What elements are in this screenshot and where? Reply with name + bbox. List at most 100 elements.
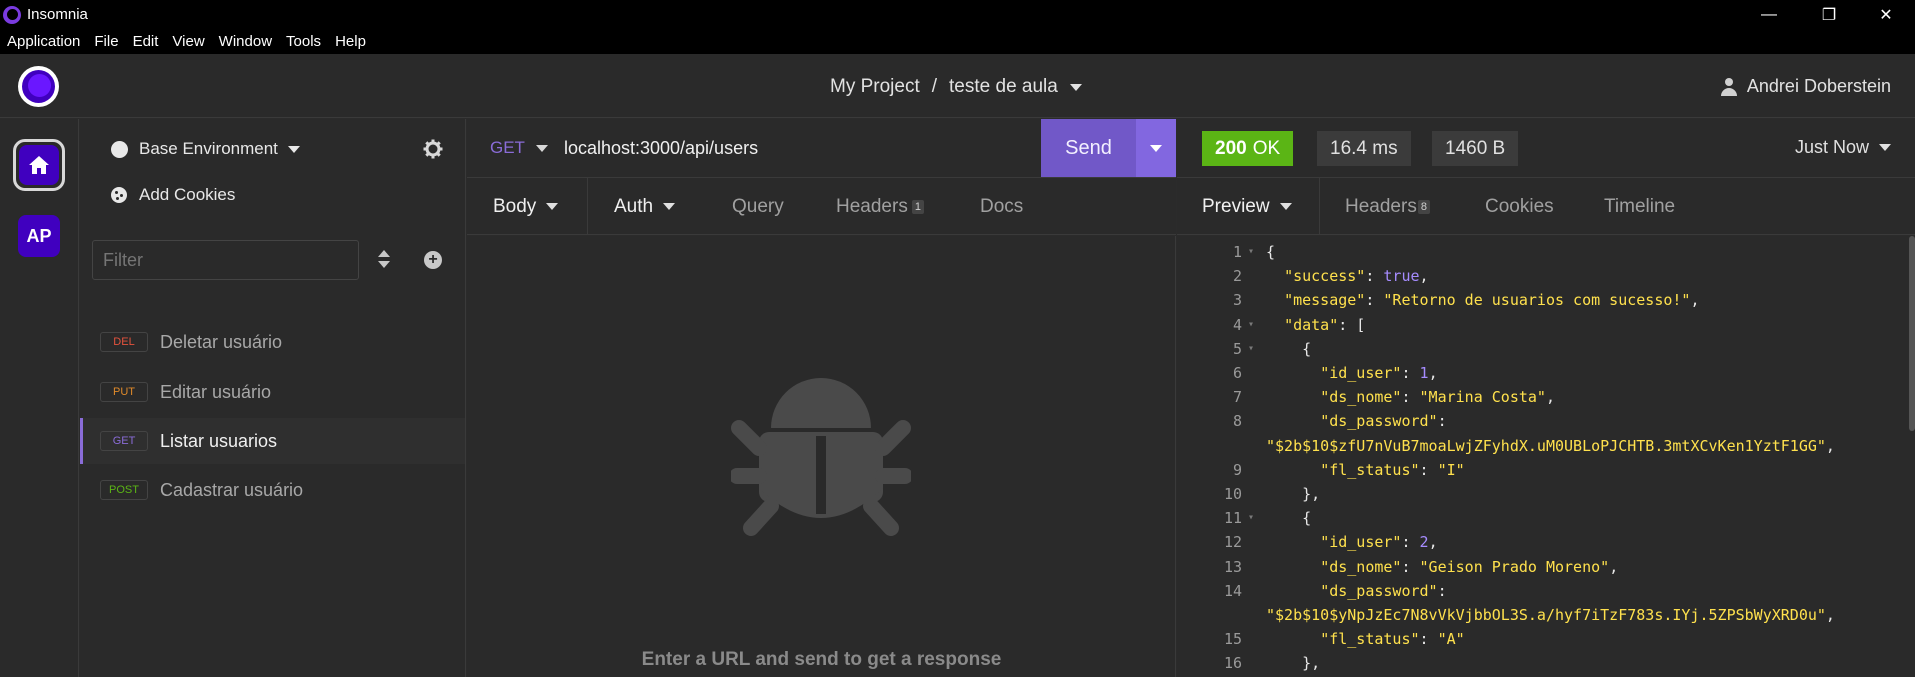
filter-input[interactable] — [92, 240, 359, 280]
status-badge: 200 OK — [1202, 131, 1294, 166]
response-history-selector[interactable]: Just Now — [1795, 137, 1891, 158]
chevron-down-icon — [663, 203, 676, 210]
request-item-editar[interactable]: PUT Editar usuário — [80, 369, 465, 415]
code-text: "ds_nome": "Marina Costa", — [1320, 388, 1555, 407]
line-number: 8 — [1232, 412, 1242, 431]
tab-timeline[interactable]: Timeline — [1604, 178, 1675, 235]
send-options-button[interactable] — [1136, 119, 1176, 177]
method-badge: GET — [100, 431, 148, 451]
line-number: 12 — [1223, 533, 1242, 552]
code-line: 12 "id_user": 2, — [1177, 530, 1915, 554]
breadcrumb-project[interactable]: My Project — [830, 76, 920, 98]
add-cookies-button[interactable]: Add Cookies — [111, 185, 235, 205]
sort-icon[interactable] — [378, 250, 390, 270]
restore-icon[interactable]: ❐ — [1800, 0, 1858, 29]
chevron-down-icon — [546, 203, 559, 210]
menu-application[interactable]: Application — [0, 33, 87, 50]
response-status-bar: 200 OK 16.4 ms 1460 B Just Now — [1177, 119, 1915, 178]
code-text: "id_user": 2, — [1320, 533, 1438, 552]
environment-selector[interactable]: Base Environment — [111, 139, 300, 159]
add-request-icon[interactable]: + — [424, 251, 442, 269]
tab-query-label: Query — [732, 195, 784, 217]
fold-toggle-icon[interactable]: ▾ — [1248, 337, 1254, 361]
gear-icon[interactable] — [423, 139, 443, 159]
breadcrumb-collection[interactable]: teste de aula — [949, 76, 1058, 98]
response-preview[interactable]: 1 ▾{2 "success": true, 3 "message": "Retor… — [1177, 236, 1915, 677]
fold-toggle-icon[interactable]: ▾ — [1248, 313, 1254, 337]
menu-window[interactable]: Window — [212, 33, 279, 50]
code-line: 10 }, — [1177, 482, 1915, 506]
tab-cookies[interactable]: Cookies — [1485, 178, 1554, 235]
code-text: "ds_password": — [1320, 581, 1447, 600]
line-number: 15 — [1223, 630, 1242, 649]
response-scrollbar[interactable] — [1909, 236, 1915, 431]
line-number: 6 — [1232, 364, 1242, 382]
tab-docs-label: Docs — [980, 195, 1024, 217]
tab-docs[interactable]: Docs — [980, 178, 1023, 235]
tab-cookies-label: Cookies — [1485, 195, 1554, 217]
line-number: 10 — [1223, 485, 1242, 503]
response-size-badge: 1460 B — [1432, 131, 1519, 166]
code-text: { — [1266, 243, 1276, 261]
menu-tools[interactable]: Tools — [279, 33, 328, 50]
user-name: Andrei Doberstein — [1746, 76, 1891, 96]
code-line: 15 "fl_status": "A" — [1177, 627, 1915, 651]
tab-body[interactable]: Body — [467, 178, 588, 235]
code-line: "$2b$10$zfU7nVuB7moaLwjZFyhdX.uM0UBLoPJC… — [1177, 434, 1915, 458]
tab-query[interactable]: Query — [732, 178, 784, 235]
menu-file[interactable]: File — [87, 33, 125, 50]
url-input[interactable]: localhost:3000/api/users — [564, 138, 758, 159]
request-item-deletar[interactable]: DEL Deletar usuário — [80, 319, 465, 365]
tab-auth-label: Auth — [614, 195, 654, 217]
breadcrumb: My Project / teste de aula — [830, 76, 1082, 98]
menu-help[interactable]: Help — [328, 33, 373, 50]
headers-count-badge: 1 — [911, 199, 924, 214]
code-line: "$2b$10$yNpJzEc7N8vVkVjbbOL3S.a/hyf7iTzF… — [1177, 603, 1915, 627]
chevron-down-icon — [1279, 203, 1292, 210]
method-selector[interactable]: GET — [490, 138, 548, 158]
app-header: My Project / teste de aula Andrei Dobers… — [0, 54, 1915, 118]
chevron-down-icon — [287, 145, 300, 153]
request-item-listar[interactable]: GET Listar usuarios — [80, 418, 465, 464]
code-line: 2 "success": true, — [1177, 264, 1915, 288]
status-text: OK — [1252, 137, 1281, 159]
code-text: "$2b$10$zfU7nVuB7moaLwjZFyhdX.uM0UBLoPJC… — [1266, 436, 1835, 455]
code-line: 13 "ds_nome": "Geison Prado Moreno", — [1177, 555, 1915, 579]
tab-headers[interactable]: Headers 1 — [836, 178, 924, 235]
code-line: 7 "ds_nome": "Marina Costa", — [1177, 385, 1915, 409]
chevron-down-icon[interactable] — [1069, 83, 1082, 91]
response-time-badge: 16.4 ms — [1317, 131, 1411, 166]
request-item-cadastrar[interactable]: POST Cadastrar usuário — [80, 467, 465, 513]
insomnia-logo[interactable] — [18, 66, 59, 107]
minimize-icon[interactable]: — — [1740, 0, 1798, 29]
tab-preview[interactable]: Preview — [1177, 178, 1320, 235]
tab-response-headers[interactable]: Headers 8 — [1345, 178, 1430, 235]
code-text: { — [1266, 339, 1312, 358]
code-text: { — [1266, 509, 1312, 528]
workspace-rail: AP — [0, 119, 79, 677]
line-number: 16 — [1223, 654, 1242, 673]
tab-auth[interactable]: Auth — [614, 178, 676, 235]
send-button[interactable]: Send — [1041, 119, 1136, 177]
chevron-down-icon — [535, 144, 548, 152]
line-number: 9 — [1232, 460, 1242, 479]
line-number: 5 — [1232, 339, 1242, 358]
fold-toggle-icon[interactable]: ▾ — [1248, 506, 1254, 530]
menu-edit[interactable]: Edit — [126, 33, 166, 50]
fold-toggle-icon[interactable]: ▾ — [1248, 240, 1254, 264]
environment-label: Base Environment — [139, 139, 278, 158]
request-name: Listar usuarios — [160, 430, 278, 451]
code-line: 9 "fl_status": "I" — [1177, 458, 1915, 482]
close-icon[interactable]: ✕ — [1857, 0, 1915, 29]
method-badge: POST — [100, 480, 148, 500]
code-text: "fl_status": "I" — [1320, 460, 1465, 479]
workspace-initials: AP — [18, 215, 60, 257]
sidebar: Base Environment Add Cookies + DEL Delet… — [80, 119, 466, 677]
user-menu[interactable]: Andrei Doberstein — [1720, 76, 1891, 97]
workspace-button[interactable]: AP — [13, 210, 65, 262]
home-button[interactable] — [13, 139, 65, 191]
request-name: Cadastrar usuário — [160, 479, 304, 500]
request-tabs: Body Auth Query Headers 1 Docs — [467, 178, 1176, 235]
menu-view[interactable]: View — [165, 33, 211, 50]
response-headers-count-badge: 8 — [1417, 199, 1430, 214]
